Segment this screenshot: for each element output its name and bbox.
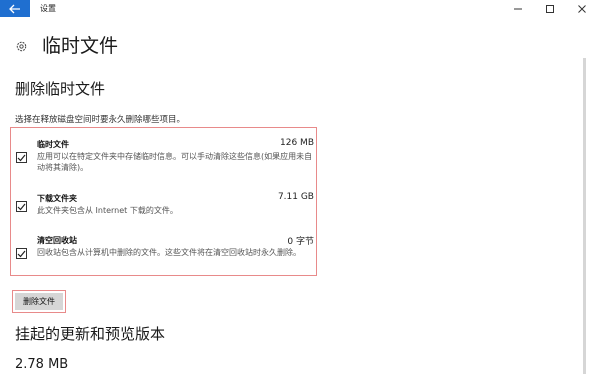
item-name: 临时文件 [37,140,69,149]
gear-icon [16,41,27,51]
page-header: 临时文件 [15,34,118,58]
item-size: 7.11 GB [277,192,314,202]
item-name: 下载文件夹 [37,194,77,203]
item-description: 应用可以在特定文件夹中存储临时信息。可以手动清除这些信息(如果应用未自动将其清除… [37,152,313,172]
close-button[interactable] [567,0,596,17]
delete-files-button[interactable]: 删除文件 [15,293,63,310]
back-arrow-icon [9,4,20,13]
checkmark-icon [17,203,26,210]
back-button[interactable] [0,0,30,17]
window-title: 设置 [40,4,56,13]
section-title-updates: 挂起的更新和预览版本 [15,325,166,343]
page-title: 临时文件 [42,35,119,57]
minimize-icon [514,8,522,9]
close-icon [578,4,586,13]
item-description: 回收站包含从计算机中删除的文件。这些文件将在清空回收站时永久删除。 [37,248,301,257]
scrollbar[interactable] [583,58,586,374]
checkmark-icon [17,250,26,257]
checkmark-icon [17,154,26,161]
maximize-icon [546,4,554,13]
checkbox-downloads[interactable] [16,201,27,212]
checkbox-temp-files[interactable] [16,152,27,163]
checkbox-recycle-bin[interactable] [16,248,27,259]
item-name: 清空回收站 [37,236,77,245]
item-size: 126 MB [280,138,314,148]
instruction-text: 选择在释放磁盘空间时要永久删除哪些项目。 [15,115,186,125]
updates-size-value: 2.78 MB [15,357,69,372]
delete-button-highlight: 删除文件 [12,290,66,313]
maximize-button[interactable] [535,0,565,17]
section-title-delete: 删除临时文件 [15,80,106,98]
title-bar: 设置 [0,0,596,18]
minimize-button[interactable] [503,0,533,17]
item-size: 0 字节 [287,237,314,247]
item-description: 此文件夹包含从 Internet 下载的文件。 [37,206,178,215]
